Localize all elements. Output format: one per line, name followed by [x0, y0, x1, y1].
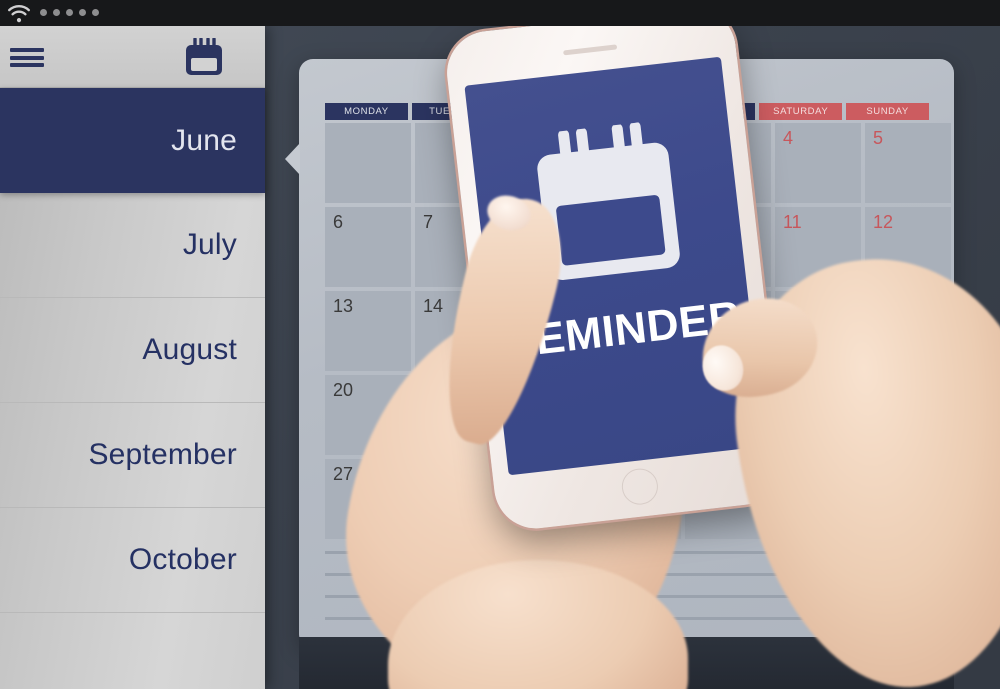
calendar-cell[interactable]: 30 [595, 459, 681, 539]
signal-dot [40, 9, 47, 16]
calendar-cell[interactable]: 29 [505, 459, 591, 539]
calendar-cell[interactable]: 6 [325, 207, 411, 287]
sidebar: June July August September October [0, 26, 265, 689]
note-line [325, 595, 929, 598]
calendar-cell[interactable]: 22 [505, 375, 591, 455]
speaker-grille-icon [563, 44, 618, 56]
sidebar-item-june[interactable]: June [0, 88, 265, 193]
sidebar-header [0, 26, 265, 88]
calendar-cell-empty [775, 459, 861, 539]
calendar-dayname-row: MONDAY TUESDAY WEDNESDAY THURSDAY FRIDAY SATU… [325, 103, 930, 120]
calendar-cell[interactable]: 10 [685, 207, 771, 287]
signal-dot [53, 9, 60, 16]
calendar-cell-empty [685, 459, 771, 539]
signal-dot [79, 9, 86, 16]
calendar-cell-empty [325, 123, 411, 203]
calendar-cell[interactable]: 3 [685, 123, 771, 203]
screenshot-root: MONDAY TUESDAY WEDNESDAY THURSDAY FRIDAY SATU… [0, 0, 1000, 689]
calendar-cell-empty [415, 123, 501, 203]
hamburger-menu-icon[interactable] [10, 48, 44, 67]
calendar-cell[interactable]: 25 [775, 375, 861, 455]
signal-dot [92, 9, 99, 16]
calendar-cell[interactable]: 17 [685, 291, 771, 371]
dayname-sunday: SUNDAY [846, 103, 930, 120]
note-line [325, 617, 929, 620]
hamburger-line [10, 48, 44, 52]
calendar-cell[interactable]: 7 [415, 207, 501, 287]
calendar-cell[interactable]: 23 [595, 375, 681, 455]
calendar-cell-empty [865, 459, 951, 539]
dayname-friday: FRIDAY [672, 103, 756, 120]
sidebar-item-july[interactable]: July [0, 193, 265, 298]
calendar-card: MONDAY TUESDAY WEDNESDAY THURSDAY FRIDAY SATU… [285, 59, 954, 648]
sidebar-item-september[interactable]: September [0, 403, 265, 508]
calendar-cell[interactable]: 11 [775, 207, 861, 287]
month-list: June July August September October [0, 88, 265, 613]
dayname-thursday: THURSDAY [585, 103, 669, 120]
calendar-cell[interactable]: 13 [325, 291, 411, 371]
calendar-cell[interactable]: 19 [865, 291, 951, 371]
calendar-icon[interactable] [183, 38, 225, 78]
note-line [325, 551, 929, 554]
calendar-cell[interactable]: 28 [415, 459, 501, 539]
surface-shadow [299, 637, 954, 689]
calendar-cell[interactable]: 16 [595, 291, 681, 371]
dayname-saturday: SATURDAY [759, 103, 843, 120]
calendar-cell[interactable]: 18 [775, 291, 861, 371]
calendar-cell[interactable]: 8 [505, 207, 591, 287]
calendar-cell[interactable]: 1 [505, 123, 591, 203]
calendar-cell[interactable]: 14 [415, 291, 501, 371]
note-line [325, 573, 929, 576]
sidebar-item-august[interactable]: August [0, 298, 265, 403]
calendar-cell[interactable]: 24 [685, 375, 771, 455]
calendar-cell[interactable]: 27 [325, 459, 411, 539]
hamburger-line [10, 63, 44, 67]
calendar-cell[interactable]: 4 [775, 123, 861, 203]
signal-dots [40, 9, 99, 16]
calendar-cell[interactable]: 15 [505, 291, 591, 371]
active-month-pointer [285, 143, 300, 175]
note-lines [325, 551, 929, 639]
signal-dot [66, 9, 73, 16]
hamburger-line [10, 55, 44, 60]
dayname-tuesday: TUESDAY [411, 103, 495, 120]
calendar-cell[interactable]: 21 [415, 375, 501, 455]
calendar-cell[interactable]: 26 [865, 375, 951, 455]
status-bar [0, 0, 1000, 26]
calendar-cell[interactable]: 12 [865, 207, 951, 287]
wifi-icon [7, 5, 30, 23]
calendar-cell[interactable]: 2 [595, 123, 681, 203]
dayname-monday: MONDAY [325, 103, 408, 120]
sidebar-item-october[interactable]: October [0, 508, 265, 613]
calendar-cell[interactable]: 20 [325, 375, 411, 455]
calendar-grid: 1 2 3 4 5 6 7 8 9 10 11 12 13 14 15 16 17 18 19 20 21 22 23 24 2… [325, 123, 951, 539]
calendar-cell[interactable]: 5 [865, 123, 951, 203]
dayname-wednesday: WEDNESDAY [498, 103, 582, 120]
calendar-cell[interactable]: 9 [595, 207, 681, 287]
